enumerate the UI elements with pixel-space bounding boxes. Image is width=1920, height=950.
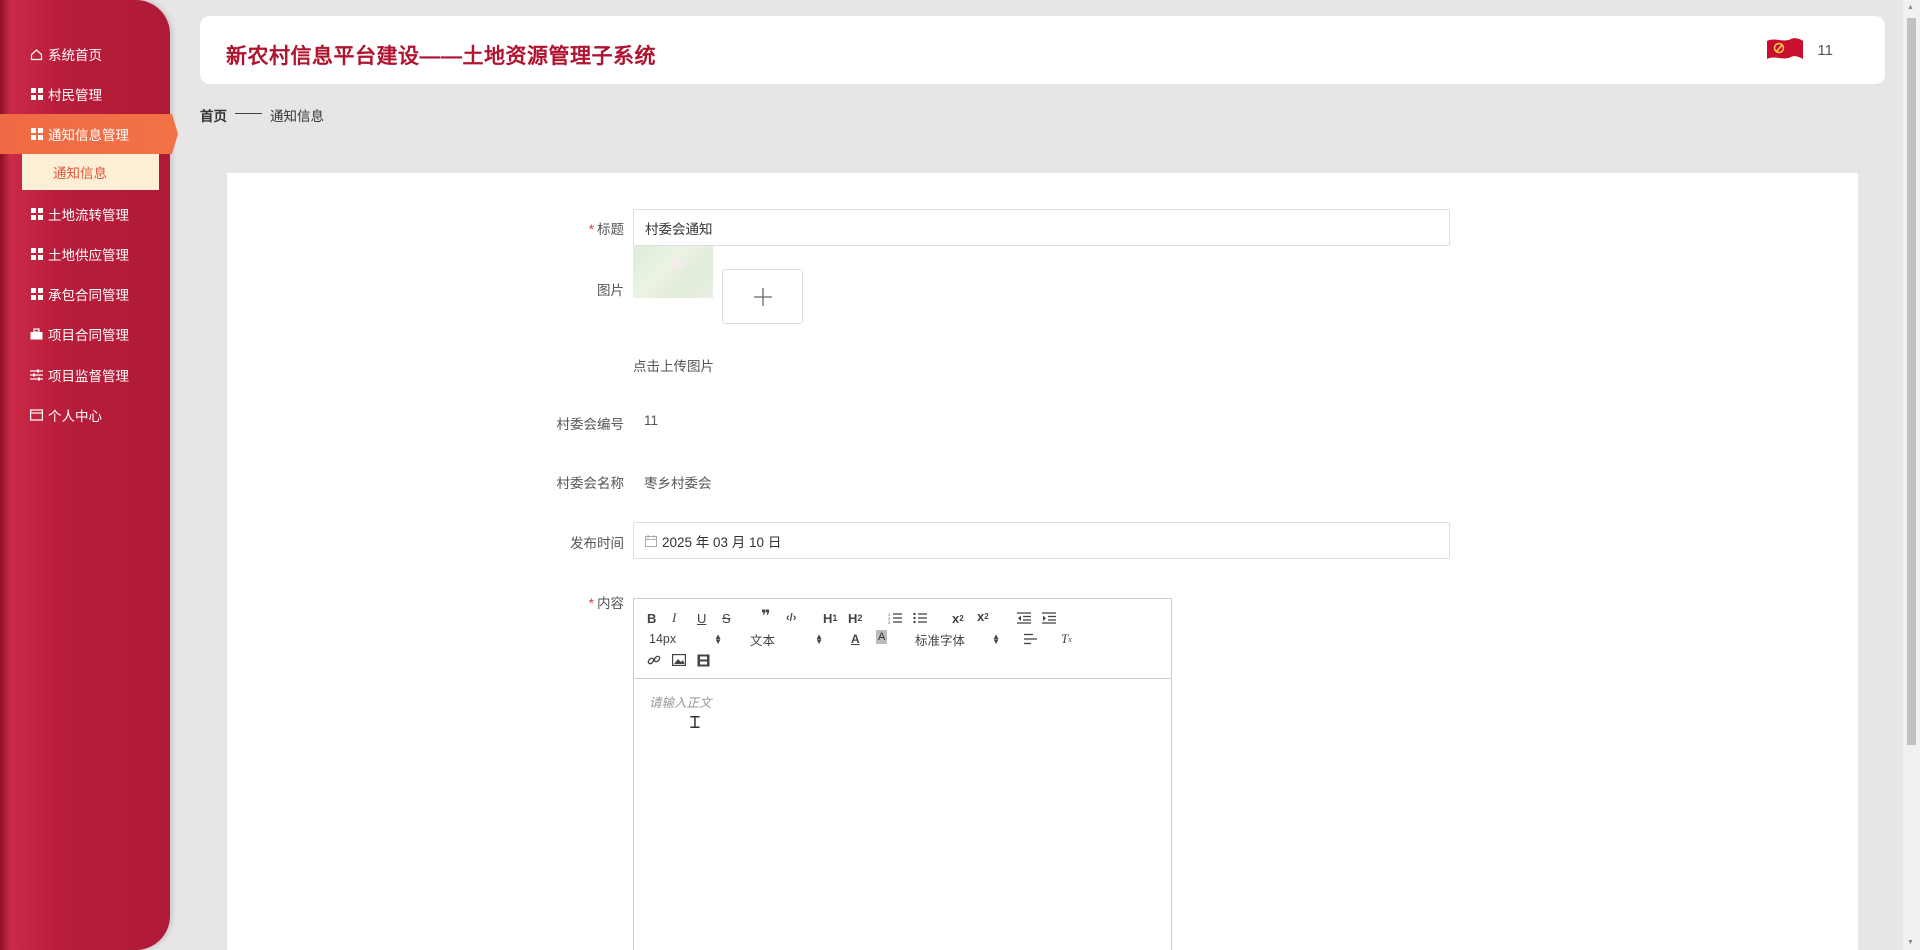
form-card: * 标题 村委会通知 图片 点击上传图片 村委会编号 11 村委会名称 枣乡村委会… xyxy=(227,173,1858,950)
sidebar-subitem-notice-info[interactable]: 通知信息 xyxy=(22,154,159,190)
italic-button[interactable]: I xyxy=(672,609,676,627)
publish-time-label: 发布时间 xyxy=(570,536,624,551)
sidebar-item-notice-management[interactable]: 通知信息管理 xyxy=(0,114,178,154)
editor-toolbar: B I U S ❞ ‹/› H1 H2 123 x2 x2 14px ▲ ▼ 文… xyxy=(634,599,1171,679)
briefcase-icon xyxy=(30,328,43,341)
scroll-down-icon[interactable]: ▼ xyxy=(1907,939,1914,946)
page-scrollbar[interactable]: ▲ ▼ xyxy=(1903,0,1920,950)
sliders-icon xyxy=(30,369,43,382)
sidebar-item-personal-center[interactable]: 个人中心 xyxy=(0,395,170,435)
sidebar-item-label: 系统首页 xyxy=(48,48,102,63)
indent-icon[interactable] xyxy=(1042,609,1056,627)
sidebar-item-villagers[interactable]: 村民管理 xyxy=(0,74,170,114)
content-label: * 内容 xyxy=(588,596,624,611)
breadcrumb-separator: —— xyxy=(235,105,262,120)
scroll-thumb[interactable] xyxy=(1907,18,1916,745)
sidebar-item-label: 土地供应管理 xyxy=(48,248,129,263)
h2-button[interactable]: H2 xyxy=(848,609,862,627)
party-flag-icon xyxy=(1767,38,1804,59)
select-arrow-icon: ▲ ▼ xyxy=(992,632,1000,646)
title-label: * 标题 xyxy=(588,222,624,237)
breadcrumb: 首页 —— 通知信息 xyxy=(200,105,324,125)
sidebar-item-label: 土地流转管理 xyxy=(48,208,129,223)
card-icon xyxy=(30,409,43,422)
upload-tip: 点击上传图片 xyxy=(633,359,714,374)
select-arrow-icon: ▲ ▼ xyxy=(815,632,823,646)
sidebar-item-label: 通知信息管理 xyxy=(48,128,129,143)
title-input[interactable]: 村委会通知 xyxy=(633,209,1450,246)
sidebar-item-label: 承包合同管理 xyxy=(48,288,129,303)
breadcrumb-home[interactable]: 首页 xyxy=(200,105,227,125)
strike-button[interactable]: S xyxy=(722,609,731,627)
font-family-select[interactable]: 标准字体 ▲ ▼ xyxy=(915,630,1000,648)
uploaded-image-thumbnail[interactable] xyxy=(633,246,713,298)
sidebar-item-project-supervision[interactable]: 项目监督管理 xyxy=(0,355,170,395)
village-name-label: 村委会名称 xyxy=(556,476,625,491)
sidebar-item-label: 个人中心 xyxy=(48,409,102,424)
select-arrow-icon: ▲ ▼ xyxy=(714,632,722,646)
village-no-value: 11 xyxy=(644,413,659,428)
sidebar-item-label: 项目监督管理 xyxy=(48,369,129,384)
ordered-list-icon[interactable]: 123 xyxy=(888,609,902,627)
sidebar-item-land-transfer[interactable]: 土地流转管理 xyxy=(0,194,170,234)
publish-time-value: 2025 年 03 月 10 日 xyxy=(662,534,782,550)
grid-icon xyxy=(30,208,43,221)
sidebar-item-project-contract[interactable]: 项目合同管理 xyxy=(0,314,170,354)
h1-button[interactable]: H1 xyxy=(823,609,837,627)
rich-text-editor: B I U S ❞ ‹/› H1 H2 123 x2 x2 14px ▲ ▼ 文… xyxy=(633,598,1172,950)
village-name-value: 枣乡村委会 xyxy=(644,476,712,491)
editor-content-area[interactable]: 请输入正文 Ꮖ xyxy=(634,679,1171,950)
link-icon[interactable] xyxy=(647,651,661,669)
image-icon[interactable] xyxy=(672,651,686,669)
sidebar-item-label: 村民管理 xyxy=(48,88,102,103)
text-cursor-icon: Ꮖ xyxy=(690,715,701,732)
font-size-select[interactable]: 14px ▲ ▼ xyxy=(649,630,722,648)
sidebar-item-home[interactable]: 系统首页 xyxy=(0,34,170,74)
font-color-icon[interactable]: A xyxy=(851,630,860,648)
superscript-button[interactable]: x2 xyxy=(977,607,989,625)
user-name[interactable]: 11 xyxy=(1817,42,1833,59)
sidebar-item-contract-management[interactable]: 承包合同管理 xyxy=(0,274,170,314)
subscript-button[interactable]: x2 xyxy=(952,609,964,627)
block-type-select[interactable]: 文本 ▲ ▼ xyxy=(750,630,823,648)
grid-icon xyxy=(30,88,43,101)
village-no-label: 村委会编号 xyxy=(556,417,625,432)
bullet-list-icon[interactable] xyxy=(913,609,927,627)
upload-button[interactable] xyxy=(722,269,803,324)
outdent-icon[interactable] xyxy=(1017,609,1031,627)
code-block-icon[interactable]: ‹/› xyxy=(786,609,796,627)
scroll-up-icon[interactable]: ▲ xyxy=(1907,4,1914,11)
video-icon[interactable] xyxy=(697,651,710,669)
background-color-icon[interactable]: A xyxy=(876,630,888,644)
required-mark: * xyxy=(588,222,594,237)
align-icon[interactable] xyxy=(1024,630,1037,648)
clear-format-icon[interactable]: Tx xyxy=(1061,630,1072,648)
breadcrumb-current: 通知信息 xyxy=(270,109,324,124)
bold-button[interactable]: B xyxy=(647,609,656,627)
calendar-icon xyxy=(645,534,657,547)
blockquote-icon[interactable]: ❞ xyxy=(761,607,770,625)
image-label: 图片 xyxy=(597,283,624,298)
sidebar-item-land-supply[interactable]: 土地供应管理 xyxy=(0,234,170,274)
user-area[interactable]: 11 xyxy=(1765,35,1833,65)
grid-icon xyxy=(30,248,43,261)
home-icon xyxy=(30,48,43,61)
editor-placeholder: 请输入正文 xyxy=(649,696,712,710)
page-title: 新农村信息平台建设——土地资源管理子系统 xyxy=(226,45,656,68)
sidebar-item-label: 项目合同管理 xyxy=(48,328,129,343)
plus-icon xyxy=(753,287,772,306)
sidebar: 系统首页 村民管理 通知信息管理 通知信息 土地流转管理 土地供应管理 承包合同… xyxy=(0,0,178,950)
required-mark: * xyxy=(588,596,594,611)
svg-text:3: 3 xyxy=(888,620,891,624)
grid-icon xyxy=(30,288,43,301)
top-header: 新农村信息平台建设——土地资源管理子系统 11 xyxy=(200,16,1885,84)
grid-icon xyxy=(30,128,43,141)
underline-button[interactable]: U xyxy=(697,609,706,627)
publish-time-picker[interactable]: 2025 年 03 月 10 日 xyxy=(633,522,1450,559)
